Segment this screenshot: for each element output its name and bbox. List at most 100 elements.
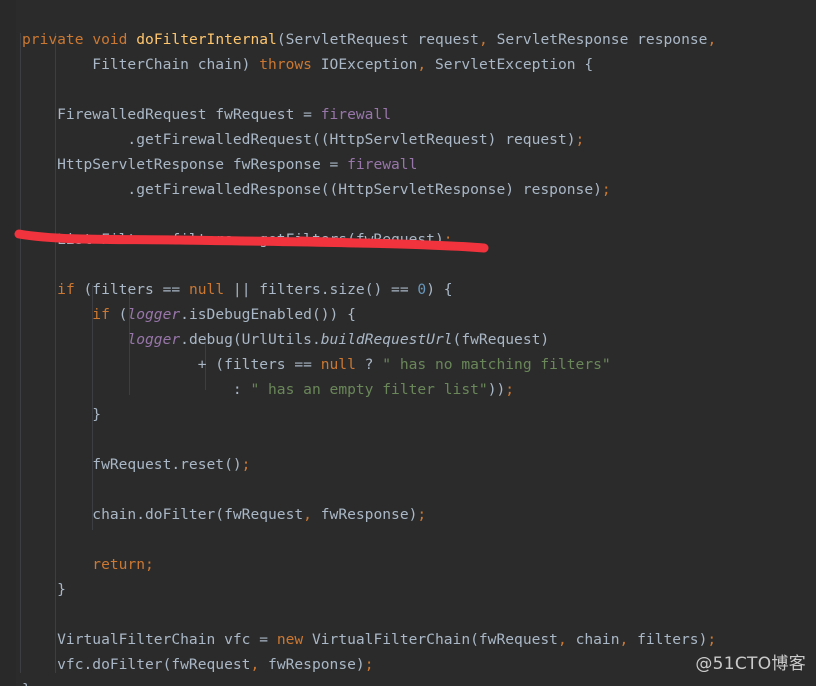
- code-line[interactable]: FirewalledRequest fwRequest = firewall: [0, 102, 816, 127]
- code-line[interactable]: ​: [0, 527, 816, 552]
- code-token: throws: [259, 55, 312, 73]
- code-line[interactable]: List<Filter> filters = getFilters(fwRequ…: [0, 227, 816, 252]
- code-line[interactable]: if (logger.isDebugEnabled()) {: [0, 302, 816, 327]
- code-line[interactable]: + (filters == null ? " has no matching f…: [0, 352, 816, 377]
- code-token: logger: [127, 305, 181, 323]
- code-line[interactable]: ​: [0, 77, 816, 102]
- code-line[interactable]: : " has an empty filter list"));: [0, 377, 816, 402]
- code-line[interactable]: logger.debug(UrlUtils.buildRequestUrl(fw…: [0, 327, 816, 352]
- code-token: " has no matching filters": [382, 355, 611, 373]
- code-token: ,: [478, 30, 488, 48]
- source-code-block[interactable]: private void doFilterInternal(ServletReq…: [0, 15, 816, 686]
- code-token: (fwRequest): [452, 330, 550, 348]
- code-line[interactable]: }: [0, 402, 816, 427]
- code-token: vfc.doFilter(fwRequest: [22, 655, 251, 673]
- code-token: ,: [250, 655, 260, 673]
- code-token: ): [593, 180, 602, 198]
- code-token: ): [566, 130, 576, 148]
- code-line[interactable]: FilterChain chain) throws IOException, S…: [0, 52, 816, 77]
- code-token: ,: [417, 55, 427, 73]
- code-line[interactable]: .getFirewalledResponse((HttpServletRespo…: [0, 177, 816, 202]
- code-token: filters): [628, 630, 708, 648]
- code-line[interactable]: VirtualFilterChain vfc = new VirtualFilt…: [0, 627, 816, 652]
- code-line[interactable]: vfc.doFilter(fwRequest, fwResponse);: [0, 652, 816, 677]
- code-line[interactable]: ​: [0, 602, 816, 627]
- site-watermark: @51CTO博客: [695, 654, 806, 674]
- code-line[interactable]: ​: [0, 427, 816, 452]
- code-token: ;: [364, 655, 374, 673]
- code-token: ,: [303, 505, 312, 523]
- code-token: chain.doFilter(fwRequest: [22, 505, 304, 523]
- code-line[interactable]: fwRequest.reset();: [0, 452, 816, 477]
- code-token: fwResponse): [311, 505, 418, 523]
- code-token: new: [276, 630, 304, 648]
- code-token: buildRequestUrl: [320, 330, 453, 348]
- code-token: if: [57, 280, 75, 298]
- code-token: HttpServletResponse fwResponse =: [22, 155, 348, 173]
- code-token: .getFirewalledRequest((HttpServletReques…: [22, 130, 567, 148]
- code-line[interactable]: if (filters == null || filters.size() ==…: [0, 277, 816, 302]
- code-token: }: [22, 405, 102, 423]
- code-line[interactable]: chain.doFilter(fwRequest, fwResponse);: [0, 502, 816, 527]
- code-token: (: [109, 305, 128, 323]
- code-token: private: [22, 30, 84, 48]
- code-token: ;: [145, 555, 154, 573]
- code-token: + (filters ==: [22, 355, 321, 373]
- code-token: .getFirewalledResponse((HttpServletRespo…: [22, 180, 594, 198]
- code-line[interactable]: }: [0, 677, 816, 686]
- code-line[interactable]: ​: [0, 202, 816, 227]
- code-token: doFilterInternal: [136, 30, 277, 48]
- code-token: ;: [575, 130, 585, 148]
- code-token: firewall: [320, 105, 392, 123]
- code-line[interactable]: ​: [0, 477, 816, 502]
- code-line[interactable]: return;: [0, 552, 816, 577]
- code-token: || filters.size() ==: [224, 280, 418, 298]
- code-token: FirewalledRequest fwRequest =: [22, 105, 321, 123]
- code-token: VirtualFilterChain(fwRequest: [303, 630, 558, 648]
- code-token: ServletException: [435, 55, 576, 73]
- code-line[interactable]: HttpServletResponse fwResponse = firewal…: [0, 152, 816, 177]
- code-token: {: [575, 55, 594, 73]
- code-token: null: [320, 355, 356, 373]
- code-token: 0: [417, 280, 427, 298]
- code-token: }: [22, 580, 66, 598]
- code-line[interactable]: .getFirewalledRequest((HttpServletReques…: [0, 127, 816, 152]
- code-token: ServletRequest: [285, 30, 409, 48]
- code-token: chain: [566, 630, 620, 648]
- code-token: (filters ==: [74, 280, 189, 298]
- code-token: fwResponse): [259, 655, 365, 673]
- code-token: ,: [557, 630, 567, 648]
- code-token: fwRequest.reset(): [22, 455, 242, 473]
- code-token: ;: [417, 505, 427, 523]
- code-line[interactable]: ​: [0, 252, 816, 277]
- code-token: ;: [241, 455, 251, 473]
- code-line[interactable]: }: [0, 577, 816, 602]
- code-line[interactable]: private void doFilterInternal(ServletReq…: [0, 27, 816, 52]
- code-token: VirtualFilterChain vfc =: [22, 630, 277, 648]
- code-token: ServletResponse: [496, 30, 629, 48]
- code-token: (: [276, 30, 286, 48]
- code-token: null: [188, 280, 225, 298]
- code-token: ;: [707, 630, 717, 648]
- code-token: ,: [619, 630, 629, 648]
- code-token: logger: [127, 330, 181, 348]
- code-token: ) {: [426, 280, 453, 298]
- code-token: ?: [355, 355, 383, 373]
- code-editor-surface[interactable]: private void doFilterInternal(ServletReq…: [0, 0, 816, 686]
- code-token: :: [22, 380, 251, 398]
- code-token: ,: [707, 30, 717, 48]
- code-token: if: [92, 305, 110, 323]
- code-token: .debug(UrlUtils.: [180, 330, 321, 348]
- code-token: " has an empty filter list": [250, 380, 488, 398]
- code-token: request: [408, 30, 479, 48]
- code-token: ;: [505, 380, 515, 398]
- code-token: ;: [443, 230, 453, 248]
